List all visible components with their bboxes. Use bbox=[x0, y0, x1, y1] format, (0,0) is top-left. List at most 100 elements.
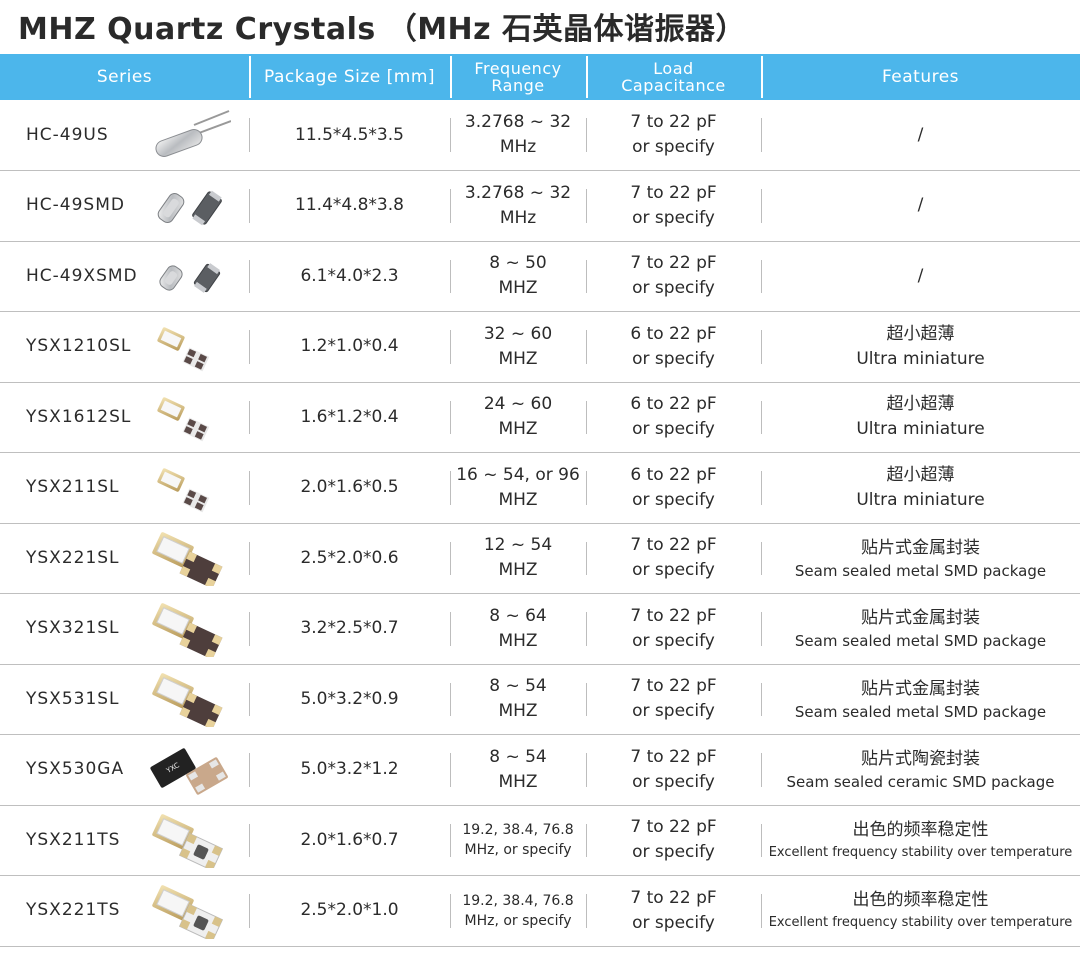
table-row: YSX321SL 3.2*2.5*0.7 8 ~ 64 MHZ 7 to 22 … bbox=[0, 594, 1080, 665]
frequency-unit: MHz bbox=[499, 207, 537, 228]
features-cell: / bbox=[761, 171, 1080, 242]
package-size-cell: 5.0*3.2*0.9 bbox=[249, 664, 450, 735]
feature-chinese: / bbox=[917, 124, 924, 145]
feature-chinese: 贴片式金属封装 bbox=[861, 678, 980, 699]
features-cell: 出色的频率稳定性 Excellent frequency stability o… bbox=[761, 876, 1080, 947]
frequency-unit: MHZ bbox=[498, 419, 538, 440]
frequency-range: 32 ~ 60 bbox=[483, 323, 553, 344]
series-cell: YSX211SL bbox=[0, 453, 249, 524]
series-cell: YSX530GA YXC bbox=[0, 735, 249, 806]
ysx1210sl-crystal-icon bbox=[149, 319, 231, 375]
load-capacitance-range: 7 to 22 pF bbox=[630, 746, 717, 767]
feature-chinese: 出色的频率稳定性 bbox=[852, 890, 989, 911]
frequency-unit: MHZ bbox=[498, 701, 538, 722]
crystal-spec-table: Series Package Size [mm] Frequency Range… bbox=[0, 54, 1080, 947]
header-load-line1: Load bbox=[653, 59, 694, 78]
frequency-cell: 24 ~ 60 MHZ bbox=[450, 382, 586, 453]
package-size-cell: 2.5*2.0*1.0 bbox=[249, 876, 450, 947]
package-size-cell: 1.2*1.0*0.4 bbox=[249, 312, 450, 383]
feature-english: Ultra miniature bbox=[856, 348, 985, 369]
frequency-unit: MHZ bbox=[498, 630, 538, 651]
package-size: 1.2*1.0*0.4 bbox=[300, 336, 399, 357]
ysx211ts-crystal-icon bbox=[149, 812, 231, 869]
load-capacitance-cell: 6 to 22 pF or specify bbox=[586, 453, 761, 524]
table-row: YSX1210SL 1.2*1.0*0.4 32 ~ 60 MHZ 6 to 2… bbox=[0, 312, 1080, 383]
series-name: YSX321SL bbox=[26, 618, 120, 639]
ysx321sl-crystal-icon bbox=[149, 601, 231, 657]
table-row: HC-49US 11.5*4.5*3.5 3.2768 ~ 32 MHz 7 t… bbox=[0, 100, 1080, 171]
frequency-range: 12 ~ 54 bbox=[483, 535, 553, 556]
features-cell: / bbox=[761, 241, 1080, 312]
header-frequency-line2: Range bbox=[491, 76, 545, 95]
features-cell: 超小超薄 Ultra miniature bbox=[761, 382, 1080, 453]
ysx221ts-crystal-icon bbox=[149, 883, 231, 939]
feature-chinese: / bbox=[917, 195, 924, 216]
load-capacitance-note: or specify bbox=[632, 348, 715, 369]
frequency-cell: 8 ~ 54 MHZ bbox=[450, 664, 586, 735]
hc49us-crystal-icon bbox=[149, 107, 231, 163]
load-capacitance-cell: 7 to 22 pF or specify bbox=[586, 241, 761, 312]
package-size-cell: 2.5*2.0*0.6 bbox=[249, 523, 450, 594]
load-capacitance-cell: 7 to 22 pF or specify bbox=[586, 876, 761, 947]
table-row: YSX221SL 2.5*2.0*0.6 12 ~ 54 MHZ 7 to 22… bbox=[0, 523, 1080, 594]
frequency-cell: 19.2, 38.4, 76.8 MHz, or specify bbox=[450, 876, 586, 947]
features-cell: 贴片式金属封装 Seam sealed metal SMD package bbox=[761, 523, 1080, 594]
header-frequency-line1: Frequency bbox=[474, 59, 562, 78]
package-size: 11.4*4.8*3.8 bbox=[295, 195, 404, 216]
table-row: YSX531SL 5.0*3.2*0.9 8 ~ 54 MHZ 7 to 22 … bbox=[0, 664, 1080, 735]
table-header-row: Series Package Size [mm] Frequency Range… bbox=[0, 54, 1080, 100]
series-name: YSX221SL bbox=[26, 547, 120, 568]
frequency-unit: MHz, or specify bbox=[464, 912, 572, 929]
frequency-range: 8 ~ 64 bbox=[489, 605, 547, 626]
header-series: Series bbox=[96, 67, 153, 87]
load-capacitance-range: 6 to 22 pF bbox=[630, 394, 717, 415]
frequency-range: 24 ~ 60 bbox=[483, 394, 553, 415]
ysx1612sl-crystal-icon bbox=[149, 389, 231, 445]
series-name: YSX1612SL bbox=[26, 406, 132, 427]
series-name: HC-49XSMD bbox=[26, 265, 138, 286]
feature-chinese: / bbox=[917, 265, 924, 286]
series-name: YSX221TS bbox=[26, 900, 121, 921]
series-cell: HC-49XSMD bbox=[0, 241, 249, 312]
load-capacitance-cell: 6 to 22 pF or specify bbox=[586, 382, 761, 453]
load-capacitance-note: or specify bbox=[632, 207, 715, 228]
series-cell: YSX211TS bbox=[0, 805, 249, 876]
package-size-cell: 11.4*4.8*3.8 bbox=[249, 171, 450, 242]
frequency-range: 16 ~ 54, or 96 bbox=[456, 464, 580, 485]
feature-chinese: 贴片式金属封装 bbox=[861, 608, 980, 629]
frequency-cell: 12 ~ 54 MHZ bbox=[450, 523, 586, 594]
frequency-range: 3.2768 ~ 32 bbox=[464, 182, 572, 203]
package-size-cell: 1.6*1.2*0.4 bbox=[249, 382, 450, 453]
frequency-cell: 8 ~ 54 MHZ bbox=[450, 735, 586, 806]
series-name: HC-49US bbox=[26, 124, 109, 145]
package-size: 2.0*1.6*0.7 bbox=[300, 829, 399, 850]
feature-english: Excellent frequency stability over tempe… bbox=[768, 915, 1073, 931]
page-title: MHZ Quartz Crystals （MHz 石英晶体谐振器） bbox=[18, 12, 747, 47]
feature-english: Seam sealed ceramic SMD package bbox=[786, 773, 1055, 792]
package-size: 5.0*3.2*0.9 bbox=[300, 688, 399, 709]
feature-english: Ultra miniature bbox=[856, 489, 985, 510]
frequency-range: 19.2, 38.4, 76.8 bbox=[462, 892, 574, 909]
load-capacitance-range: 6 to 22 pF bbox=[630, 464, 717, 485]
load-capacitance-range: 7 to 22 pF bbox=[630, 605, 717, 626]
load-capacitance-cell: 7 to 22 pF or specify bbox=[586, 735, 761, 806]
table-row: YSX211SL 2.0*1.6*0.5 16 ~ 54, or 96 MHZ … bbox=[0, 453, 1080, 524]
header-features: Features bbox=[761, 54, 1080, 100]
load-capacitance-note: or specify bbox=[632, 278, 715, 299]
load-capacitance-note: or specify bbox=[632, 701, 715, 722]
load-capacitance-note: or specify bbox=[632, 842, 715, 863]
package-size-cell: 2.0*1.6*0.5 bbox=[249, 453, 450, 524]
load-capacitance-note: or specify bbox=[632, 630, 715, 651]
load-capacitance-note: or specify bbox=[632, 489, 715, 510]
package-size: 2.0*1.6*0.5 bbox=[300, 477, 399, 498]
series-cell: YSX531SL bbox=[0, 664, 249, 735]
series-name: YSX211SL bbox=[26, 477, 120, 498]
table-row: YSX530GA YXC 5.0*3.2*1.2 8 ~ 54 MHZ 7 to… bbox=[0, 735, 1080, 806]
load-capacitance-cell: 7 to 22 pF or specify bbox=[586, 100, 761, 171]
feature-english: Ultra miniature bbox=[856, 419, 985, 440]
feature-chinese: 贴片式陶瓷封装 bbox=[861, 749, 980, 770]
ysx221sl-crystal-icon bbox=[149, 530, 231, 587]
frequency-unit: MHZ bbox=[498, 278, 538, 299]
features-cell: 贴片式金属封装 Seam sealed metal SMD package bbox=[761, 594, 1080, 665]
frequency-unit: MHz, or specify bbox=[464, 842, 572, 859]
